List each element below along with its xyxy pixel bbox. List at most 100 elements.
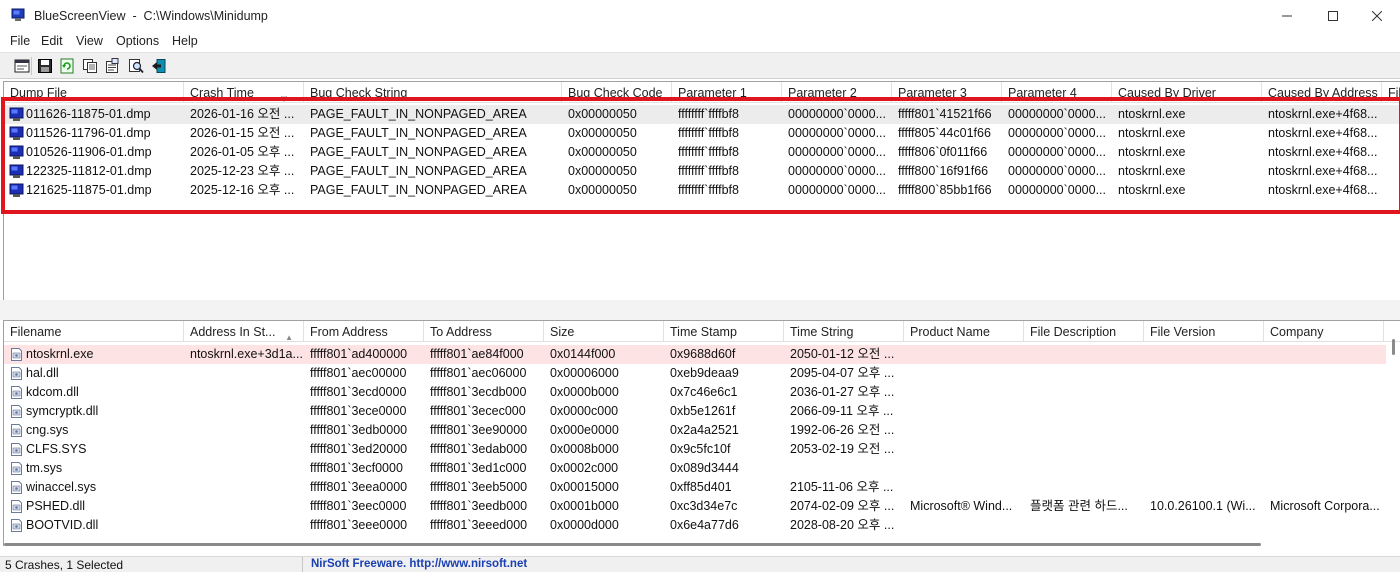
cell-file-version-container <box>1144 440 1264 459</box>
cell-parameter-4: 00000000`0000... <box>1008 107 1107 121</box>
cell-parameter-3: fffff805`44c01f66 <box>898 126 991 140</box>
column-crash-time[interactable]: Crash Time ▽ <box>184 82 304 103</box>
column-filename[interactable]: Filename <box>4 321 184 342</box>
column-to-address[interactable]: To Address <box>424 321 544 342</box>
column-product-name[interactable]: Product Name <box>904 321 1024 342</box>
cell-caused-by-address-container: ntoskrnl.exe+4f68... <box>1262 124 1382 143</box>
column-time-stamp[interactable]: Time Stamp <box>664 321 784 342</box>
cell-filename: PSHED.dll <box>26 499 86 513</box>
pane-splitter[interactable] <box>0 300 1400 320</box>
column-parameter-3[interactable]: Parameter 3 <box>892 82 1002 103</box>
cell-time-stamp: 0xb5e1261f <box>670 404 736 418</box>
minimize-button[interactable] <box>1264 0 1310 32</box>
cell-address-in-stack-container <box>184 497 304 516</box>
menu-edit[interactable]: Edit <box>41 34 63 48</box>
column-bug-check-string[interactable]: Bug Check String <box>304 82 562 103</box>
column-company[interactable]: Company <box>1264 321 1384 342</box>
driver-row[interactable]: cng.sys fffff801`3edb0000 fffff801`3ee9000… <box>4 421 1386 440</box>
driver-row[interactable]: tm.sys fffff801`3ecf0000 fffff801`3ed1c000… <box>4 459 1386 478</box>
menu-help[interactable]: Help <box>172 34 198 48</box>
cell-company-container <box>1264 516 1384 535</box>
cell-parameter-1: ffffffff`ffffbf8 <box>678 107 739 121</box>
maximize-button[interactable] <box>1310 0 1356 32</box>
cell-caused-by-address: ntoskrnl.exe+4f68... <box>1268 126 1378 140</box>
cell-caused-by-address: ntoskrnl.exe+4f68... <box>1268 107 1378 121</box>
cell-parameter-3: fffff800`16f91f66 <box>898 164 989 178</box>
crash-row[interactable]: 122325-11812-01.dmp 2025-12-23 오후 ... PAGE… <box>4 162 1400 181</box>
column-file[interactable]: Fil <box>1382 82 1400 103</box>
cell-time-stamp-container: 0x9c5fc10f <box>664 440 784 459</box>
menu-options[interactable]: Options <box>116 34 159 48</box>
menu-file[interactable]: File <box>10 34 30 48</box>
find-button[interactable] <box>126 56 146 76</box>
cell-time-stamp-container: 0x089d3444 <box>664 459 784 478</box>
close-button[interactable] <box>1354 0 1400 32</box>
cell-size: 0x0001b000 <box>550 499 619 513</box>
driver-row[interactable]: hal.dll fffff801`aec00000 fffff801`aec0600… <box>4 364 1386 383</box>
cell-file-version-container <box>1144 421 1264 440</box>
nirsoft-link[interactable]: NirSoft Freeware. http://www.nirsoft.net <box>311 558 527 570</box>
cell-parameter-2: 00000000`0000... <box>788 126 887 140</box>
status-separator <box>302 557 303 572</box>
column-from-address[interactable]: From Address <box>304 321 424 342</box>
cell-file-description: 플랫폼 관련 하드... <box>1030 499 1128 513</box>
crash-row[interactable]: 011526-11796-01.dmp 2026-01-15 오전 ... PAGE… <box>4 124 1400 143</box>
crash-row[interactable]: 121625-11875-01.dmp 2025-12-16 오후 ... PAGE… <box>4 181 1400 200</box>
cell-dump-file: 011626-11875-01.dmp <box>26 107 151 121</box>
html-report-button[interactable] <box>12 56 32 76</box>
driver-list-vscrollbar[interactable] <box>1392 339 1395 355</box>
column-size[interactable]: Size <box>544 321 664 342</box>
column-parameter-4[interactable]: Parameter 4 <box>1002 82 1112 103</box>
copy-button[interactable] <box>80 56 100 76</box>
driver-list-hscrollbar[interactable] <box>4 543 1261 546</box>
cell-parameter-1-container: ffffffff`ffffbf8 <box>672 124 782 143</box>
window-title: BlueScreenView - C:\Windows\Minidump <box>34 9 268 23</box>
driver-row[interactable]: CLFS.SYS fffff801`3ed20000 fffff801`3edab0… <box>4 440 1386 459</box>
cell-bug-check-code-container: 0x00000050 <box>562 181 672 200</box>
refresh-button[interactable] <box>57 56 77 76</box>
cell-company-container <box>1264 383 1384 402</box>
cell-time-string-container: 2105-11-06 오후 ... <box>784 478 904 497</box>
cell-parameter-3: fffff806`0f011f66 <box>898 145 988 159</box>
column-file-version[interactable]: File Version <box>1144 321 1264 342</box>
cell-dump-file-container: 121625-11875-01.dmp <box>4 181 184 200</box>
column-bug-check-code[interactable]: Bug Check Code <box>562 82 672 103</box>
cell-file-description-container <box>1024 440 1144 459</box>
driver-row[interactable]: ntoskrnl.exe ntoskrnl.exe+3d1a... fffff801… <box>4 345 1386 364</box>
cell-to-address: fffff801`3eeb5000 <box>430 480 528 494</box>
cell-parameter-4-container: 00000000`0000... <box>1002 181 1112 200</box>
column-parameter-2[interactable]: Parameter 2 <box>782 82 892 103</box>
crash-row[interactable]: 010526-11906-01.dmp 2026-01-05 오후 ... PAGE… <box>4 143 1400 162</box>
cell-time-string: 2105-11-06 오후 ... <box>790 480 894 494</box>
properties-button[interactable] <box>102 56 122 76</box>
column-caused-by-address[interactable]: Caused By Address <box>1262 82 1382 103</box>
cell-filename-container: PSHED.dll <box>4 497 184 516</box>
cell-file-version-container <box>1144 402 1264 421</box>
driver-row[interactable]: winaccel.sys fffff801`3eea0000 fffff801`3e… <box>4 478 1386 497</box>
column-address-in-stack[interactable]: Address In St... ▲ <box>184 321 304 342</box>
save-button[interactable] <box>35 56 55 76</box>
cell-parameter-4: 00000000`0000... <box>1008 183 1107 197</box>
cell-caused-by-address-container: ntoskrnl.exe+4f68... <box>1262 143 1382 162</box>
driver-row[interactable]: symcryptk.dll fffff801`3ece0000 fffff801`3… <box>4 402 1386 421</box>
column-time-string[interactable]: Time String <box>784 321 904 342</box>
menu-view[interactable]: View <box>76 34 103 48</box>
cell-filename: tm.sys <box>26 461 63 475</box>
cell-to-address: fffff801`ae84f000 <box>430 347 524 361</box>
column-caused-by-driver[interactable]: Caused By Driver <box>1112 82 1262 103</box>
driver-row[interactable]: PSHED.dll fffff801`3eec0000 fffff801`3eedb… <box>4 497 1386 516</box>
cell-size-container: 0x0000d000 <box>544 516 664 535</box>
column-file-description[interactable]: File Description <box>1024 321 1144 342</box>
cell-to-address: fffff801`3ecec000 <box>430 404 526 418</box>
cell-dump-file-container: 011626-11875-01.dmp <box>4 105 184 124</box>
cell-file-version-container: 10.0.26100.1 (Wi... <box>1144 497 1264 516</box>
cell-size-container: 0x000e0000 <box>544 421 664 440</box>
column-parameter-1[interactable]: Parameter 1 <box>672 82 782 103</box>
properties-icon <box>106 58 119 73</box>
column-dump-file[interactable]: Dump File <box>4 82 184 103</box>
driver-row[interactable]: kdcom.dll fffff801`3ecd0000 fffff801`3ecdb… <box>4 383 1386 402</box>
driver-row[interactable]: BOOTVID.dll fffff801`3eee0000 fffff801`3ee… <box>4 516 1386 535</box>
exit-button[interactable] <box>149 56 169 76</box>
crash-row[interactable]: 011626-11875-01.dmp 2026-01-16 오전 ... PAGE… <box>4 105 1400 124</box>
cell-crash-time-container: 2026-01-15 오전 ... <box>184 124 304 143</box>
